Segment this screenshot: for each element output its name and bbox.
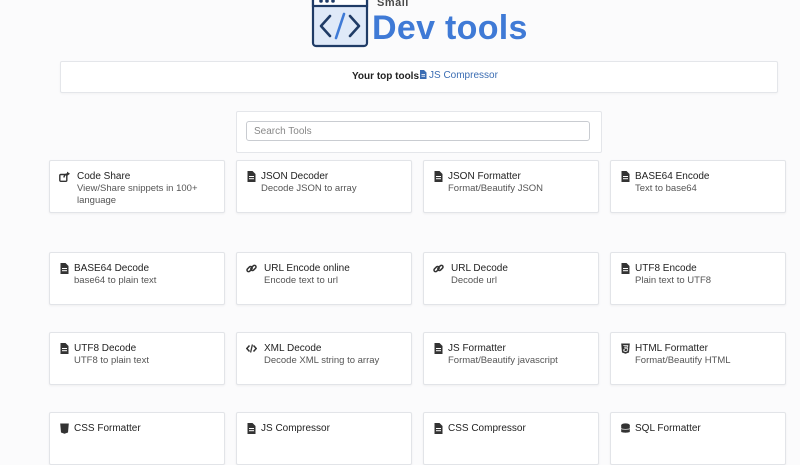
tool-card[interactable]: JS FormatterFormat/Beautify javascript [423,332,599,385]
tool-description: Text to base64 [635,183,775,195]
tool-card[interactable]: URL DecodeDecode url [423,252,599,305]
tool-description: View/Share snippets in 100+ language [77,183,217,207]
tool-card[interactable]: XML DecodeDecode XML string to array [236,332,412,385]
tool-description: Format/Beautify HTML [635,355,775,367]
site-logo[interactable]: Small Dev tools [0,0,800,48]
tool-card[interactable]: CSS Formatter [49,412,225,465]
tool-card[interactable]: JS Compressor [236,412,412,465]
file-icon [59,343,70,354]
tool-card[interactable]: JSON FormatterFormat/Beautify JSON [423,160,599,213]
top-tools-label: Your top tools: [352,71,422,82]
tool-card[interactable]: BASE64 Decodebase64 to plain text [49,252,225,305]
file-icon [246,171,257,182]
tool-title: URL Decode [451,263,508,274]
tool-title: JS Formatter [448,343,506,354]
tool-title: CSS Compressor [448,423,526,434]
css3-icon [59,423,70,434]
tool-description: Decode url [451,275,591,287]
tool-title: Code Share [77,171,130,182]
link-icon [246,263,257,274]
file-icon [433,171,444,182]
tool-card[interactable]: JSON DecoderDecode JSON to array [236,160,412,213]
database-icon [620,423,631,434]
tool-description: Format/Beautify JSON [448,183,588,195]
tool-description: Format/Beautify javascript [448,355,588,367]
top-tools-bar: Your top tools: JS Compressor [60,61,778,93]
file-icon [246,423,257,434]
tool-title: UTF8 Decode [74,343,136,354]
top-tool-link[interactable]: JS Compressor [419,70,498,81]
link-icon [433,263,444,274]
file-icon [59,263,70,274]
share-icon [59,171,70,182]
tool-title: CSS Formatter [74,423,141,434]
tool-title: SQL Formatter [635,423,701,434]
tool-description: base64 to plain text [74,275,214,287]
tool-description: Decode JSON to array [261,183,401,195]
search-card [236,111,602,153]
search-input[interactable] [246,121,590,141]
code-window-icon [311,0,369,48]
file-icon [433,343,444,354]
top-tool-label: JS Compressor [429,70,498,81]
code-icon [246,343,257,354]
tool-title: UTF8 Encode [635,263,697,274]
file-icon [620,263,631,274]
tool-description: Encode text to url [264,275,404,287]
tool-description: Plain text to UTF8 [635,275,775,287]
tool-card[interactable]: SQL Formatter [610,412,786,465]
tool-title: JSON Decoder [261,171,328,182]
tool-card[interactable]: Code ShareView/Share snippets in 100+ la… [49,160,225,213]
tool-card[interactable]: HTML FormatterFormat/Beautify HTML [610,332,786,385]
tool-title: JS Compressor [261,423,330,434]
tool-card[interactable]: BASE64 EncodeText to base64 [610,160,786,213]
tool-title: BASE64 Encode [635,171,710,182]
tool-title: JSON Formatter [448,171,521,182]
logo-title: Dev tools [372,8,528,48]
tool-card[interactable]: UTF8 EncodePlain text to UTF8 [610,252,786,305]
file-icon [419,70,427,79]
tool-title: XML Decode [264,343,321,354]
tool-title: HTML Formatter [635,343,708,354]
tool-title: URL Encode online [264,263,350,274]
tool-card[interactable]: URL Encode onlineEncode text to url [236,252,412,305]
tool-card[interactable]: CSS Compressor [423,412,599,465]
file-icon [433,423,444,434]
html5-icon [620,343,631,354]
file-icon [620,171,631,182]
tool-description: Decode XML string to array [264,355,404,367]
tool-card[interactable]: UTF8 DecodeUTF8 to plain text [49,332,225,385]
tool-description: UTF8 to plain text [74,355,214,367]
tool-title: BASE64 Decode [74,263,149,274]
